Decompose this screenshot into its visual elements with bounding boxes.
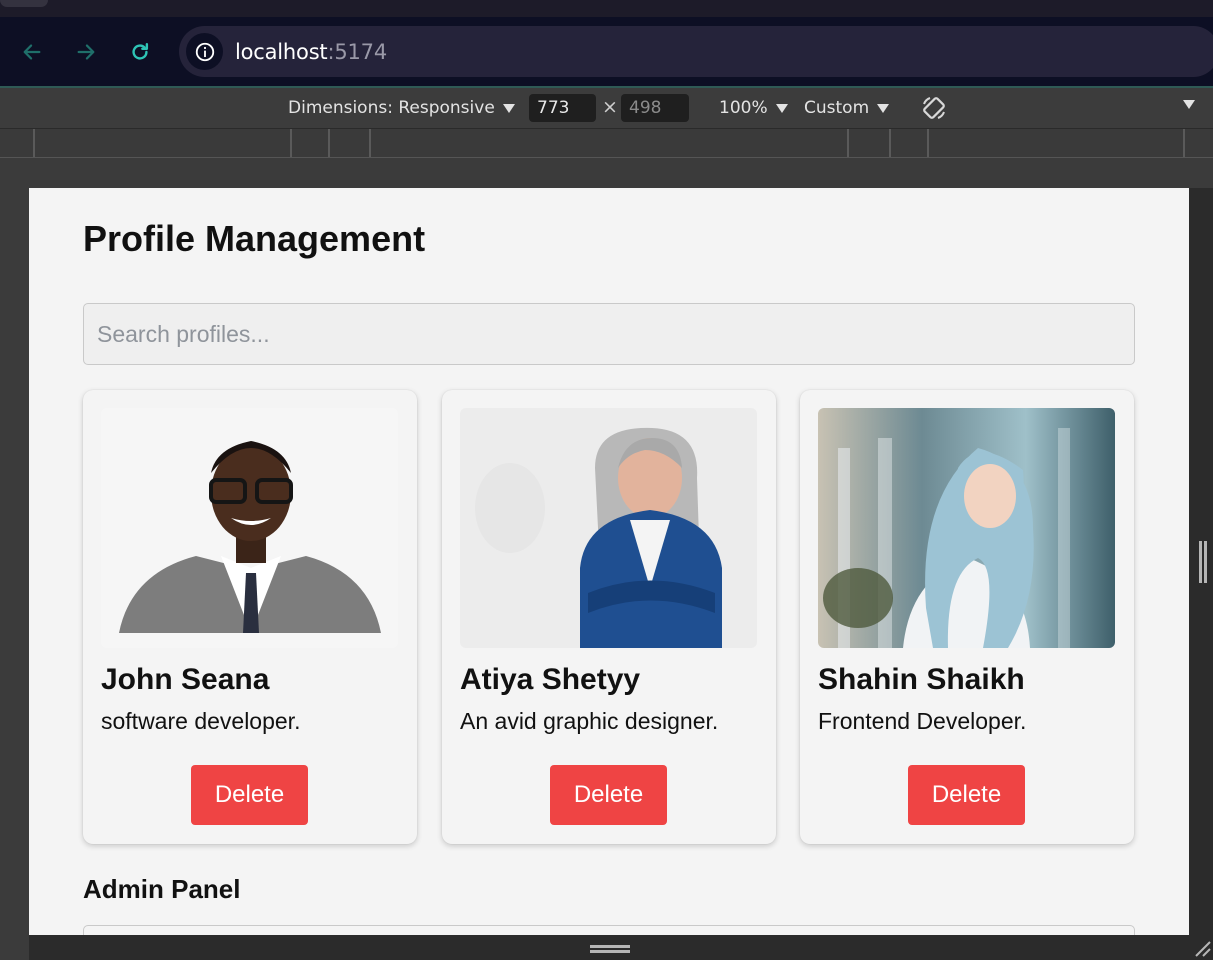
- profile-name: John Seana: [101, 663, 270, 696]
- url-text[interactable]: localhost:5174: [235, 40, 387, 64]
- chevron-down-icon: [502, 103, 515, 113]
- throttle-dropdown[interactable]: Custom: [804, 98, 890, 118]
- dimensions-dropdown[interactable]: Dimensions: Responsive: [288, 98, 515, 118]
- chevron-down-icon: [775, 103, 788, 113]
- arrow-right-icon: [77, 44, 95, 60]
- admin-panel-input[interactable]: [83, 925, 1135, 935]
- search-input[interactable]: [83, 303, 1135, 365]
- height-input[interactable]: 498: [621, 94, 689, 122]
- browser-toolbar: localhost:5174: [0, 17, 1213, 87]
- info-icon: [195, 42, 214, 61]
- dimensions-label: Dimensions: Responsive: [288, 98, 495, 118]
- admin-panel-title: Admin Panel: [83, 874, 241, 904]
- times-symbol: ×: [602, 96, 618, 118]
- page-title: Profile Management: [83, 218, 426, 259]
- width-input[interactable]: 773: [529, 94, 596, 122]
- delete-button[interactable]: Delete: [550, 765, 667, 825]
- profile-photo: [818, 408, 1115, 648]
- profile-bio: An avid graphic designer.: [460, 708, 719, 734]
- address-bar[interactable]: localhost:5174: [179, 26, 1213, 77]
- zoom-label: 100%: [719, 98, 768, 118]
- throttle-label: Custom: [804, 98, 870, 118]
- delete-button[interactable]: Delete: [191, 765, 308, 825]
- profile-bio: software developer.: [101, 708, 301, 734]
- profile-photo: [101, 408, 398, 648]
- site-info-button[interactable]: [186, 33, 223, 70]
- more-options-dropdown[interactable]: [1183, 100, 1195, 109]
- profile-card: Shahin Shaikh Frontend Developer. Delete: [800, 390, 1134, 844]
- url-port: :5174: [327, 39, 387, 64]
- profile-card: Atiya Shetyy An avid graphic designer. D…: [442, 390, 776, 844]
- back-button[interactable]: [15, 35, 49, 69]
- resize-corner-icon[interactable]: [1192, 938, 1212, 958]
- profile-card: John Seana software developer. Delete: [83, 390, 417, 844]
- tab-nub[interactable]: [0, 0, 48, 7]
- resize-handle-bottom[interactable]: [590, 945, 630, 953]
- chevron-down-icon: [1183, 100, 1195, 109]
- media-query-ruler: [0, 128, 1213, 158]
- profile-photo: [460, 408, 757, 648]
- chevron-down-icon: [877, 103, 890, 113]
- resize-handle-right[interactable]: [1199, 541, 1207, 583]
- arrow-left-icon: [23, 44, 41, 60]
- forward-button[interactable]: [69, 35, 103, 69]
- rotate-icon[interactable]: [918, 92, 950, 124]
- zoom-dropdown[interactable]: 100%: [719, 98, 788, 118]
- reload-button[interactable]: [123, 35, 157, 69]
- ruler-segment[interactable]: [369, 129, 849, 157]
- reload-icon: [132, 43, 149, 60]
- page-viewport: Profile Management John Seana software d…: [29, 188, 1189, 935]
- profile-name: Shahin Shaikh: [818, 663, 1025, 696]
- url-host: localhost: [235, 39, 328, 64]
- tab-strip: [0, 0, 1213, 17]
- delete-button[interactable]: Delete: [908, 765, 1025, 825]
- profile-bio: Frontend Developer.: [818, 708, 1027, 734]
- device-toolbar: Dimensions: Responsive 773 × 498 100% Cu…: [0, 88, 1213, 128]
- profile-name: Atiya Shetyy: [460, 663, 641, 696]
